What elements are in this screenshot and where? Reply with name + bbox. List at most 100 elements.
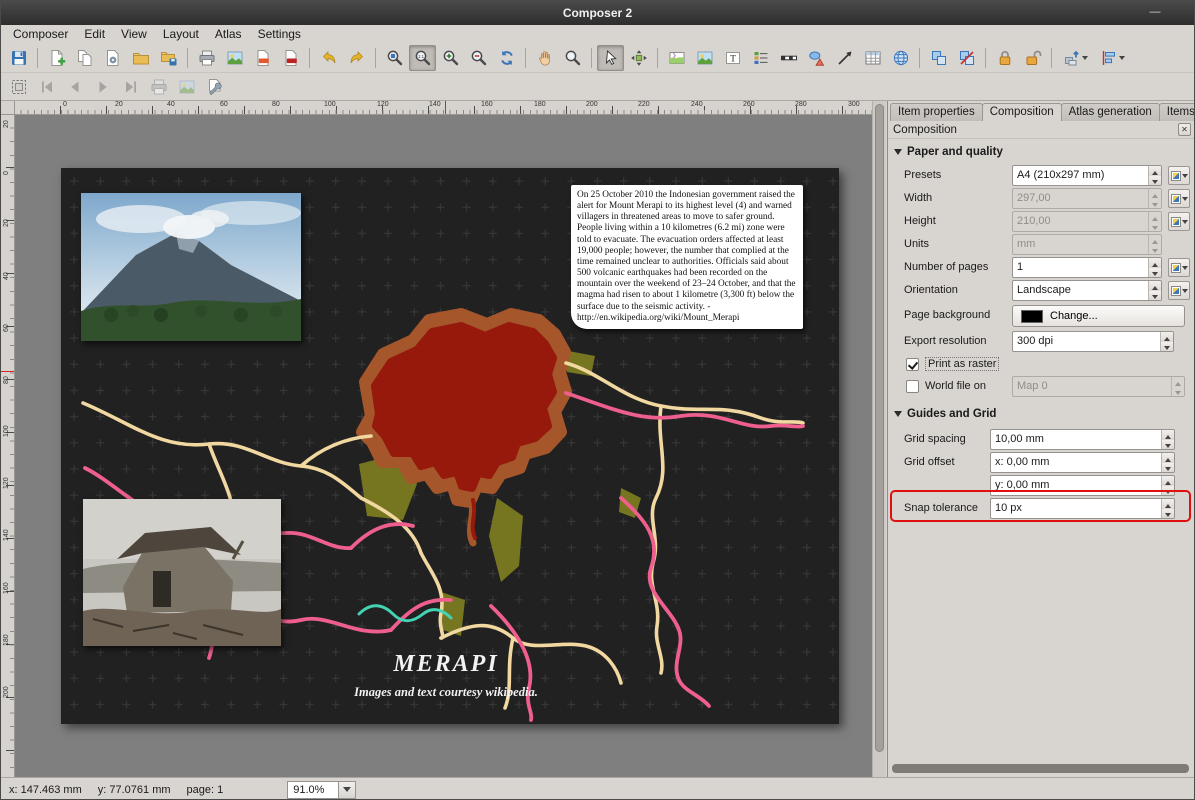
number-of-pages-spinbox[interactable]: 1: [1012, 257, 1162, 278]
atlas-previous-feature-button[interactable]: [61, 74, 88, 100]
print-composition-button[interactable]: [193, 45, 220, 71]
group-items-button[interactable]: [925, 45, 952, 71]
menu-settings[interactable]: Settings: [250, 26, 309, 42]
add-label-button[interactable]: T: [719, 45, 746, 71]
zoom-full-button[interactable]: [381, 45, 408, 71]
add-legend-button[interactable]: [747, 45, 774, 71]
article-text-item[interactable]: On 25 October 2010 the Indonesian govern…: [571, 185, 803, 329]
vertical-ruler[interactable]: 20 0 20 40 60 80 100 120 140 160 180 200: [1, 115, 15, 777]
menu-composer[interactable]: Composer: [5, 26, 76, 42]
orientation-combobox[interactable]: Landscape: [1012, 280, 1162, 301]
refresh-view-button[interactable]: [493, 45, 520, 71]
presets-combobox[interactable]: A4 (210x297 mm): [1012, 165, 1162, 186]
paper-section-header[interactable]: Paper and quality: [894, 145, 1003, 159]
scrollbar-thumb[interactable]: [875, 104, 884, 752]
snap-tolerance-spinbox[interactable]: 10 px: [990, 498, 1175, 519]
export-as-svg-button[interactable]: [249, 45, 276, 71]
add-scalebar-button[interactable]: [775, 45, 802, 71]
spinner-arrows-icon[interactable]: [1160, 332, 1173, 351]
print-as-raster-checkbox[interactable]: [906, 358, 919, 371]
height-data-defined-button[interactable]: [1168, 212, 1190, 231]
tab-atlas-generation[interactable]: Atlas generation: [1061, 103, 1160, 121]
save-as-template-button[interactable]: [155, 45, 182, 71]
spinner-arrows-icon[interactable]: [1148, 166, 1161, 185]
grid-offset-y-spinbox[interactable]: y: 0,00 mm: [990, 475, 1175, 496]
pan-button[interactable]: [531, 45, 558, 71]
grid-spacing-spinbox[interactable]: 10,00 mm: [990, 429, 1175, 450]
spinner-arrows-icon[interactable]: [1148, 212, 1161, 231]
undo-button[interactable]: [315, 45, 342, 71]
export-as-image-button[interactable]: [221, 45, 248, 71]
orientation-data-defined-button[interactable]: [1168, 281, 1190, 300]
atlas-first-feature-button[interactable]: [33, 74, 60, 100]
menu-atlas[interactable]: Atlas: [207, 26, 250, 42]
new-composition-button[interactable]: [43, 45, 70, 71]
export-atlas-button[interactable]: [173, 74, 200, 100]
spinner-arrows-icon[interactable]: [1148, 258, 1161, 277]
spinner-arrows-icon[interactable]: [1148, 235, 1161, 254]
presets-data-defined-button[interactable]: [1168, 166, 1190, 185]
add-html-frame-button[interactable]: [887, 45, 914, 71]
scrollbar-thumb[interactable]: [892, 764, 1189, 773]
pages-data-defined-button[interactable]: [1168, 258, 1190, 277]
world-file-map-combobox[interactable]: Map 0: [1012, 376, 1185, 397]
zoom-tool-button[interactable]: [559, 45, 586, 71]
raise-items-button[interactable]: [1057, 45, 1093, 71]
menu-edit[interactable]: Edit: [76, 26, 113, 42]
units-combobox[interactable]: mm: [1012, 234, 1162, 255]
print-atlas-button[interactable]: [145, 74, 172, 100]
window-titlebar[interactable]: Composer 2 —: [1, 1, 1194, 25]
zoom-level-combobox[interactable]: 91.0%: [287, 781, 356, 799]
select-move-item-button[interactable]: [597, 45, 624, 71]
spinner-arrows-icon[interactable]: [1148, 189, 1161, 208]
tab-items[interactable]: Items: [1159, 103, 1195, 121]
tab-composition[interactable]: Composition: [982, 103, 1062, 121]
panel-horizontal-scrollbar[interactable]: [891, 763, 1193, 774]
load-from-template-button[interactable]: [127, 45, 154, 71]
ungroup-items-button[interactable]: [953, 45, 980, 71]
save-project-button[interactable]: [5, 45, 32, 71]
align-items-button[interactable]: [1094, 45, 1130, 71]
zoom-100-button[interactable]: 1:1: [409, 45, 436, 71]
add-new-map-button[interactable]: [663, 45, 690, 71]
house-photo-item[interactable]: [83, 499, 281, 646]
lock-items-button[interactable]: [991, 45, 1018, 71]
canvas-vertical-scrollbar[interactable]: [872, 101, 886, 777]
spinner-arrows-icon[interactable]: [1161, 430, 1174, 449]
atlas-next-feature-button[interactable]: [89, 74, 116, 100]
add-arrow-button[interactable]: [831, 45, 858, 71]
menu-layout[interactable]: Layout: [155, 26, 207, 42]
grid-section-header[interactable]: Guides and Grid: [894, 407, 996, 421]
map-title-item[interactable]: MERAPI: [331, 651, 561, 678]
atlas-last-feature-button[interactable]: [117, 74, 144, 100]
move-item-content-button[interactable]: [625, 45, 652, 71]
zoom-out-button[interactable]: [465, 45, 492, 71]
composer-manager-button[interactable]: [99, 45, 126, 71]
zoom-in-button[interactable]: [437, 45, 464, 71]
spinner-arrows-icon[interactable]: [1161, 453, 1174, 472]
spinner-arrows-icon[interactable]: [1171, 377, 1184, 396]
panel-close-button[interactable]: ✕: [1178, 123, 1191, 136]
width-spinbox[interactable]: 297,00: [1012, 188, 1162, 209]
add-image-button[interactable]: [691, 45, 718, 71]
width-data-defined-button[interactable]: [1168, 189, 1190, 208]
page-background-change-button[interactable]: Change...: [1012, 305, 1185, 327]
export-as-pdf-button[interactable]: [277, 45, 304, 71]
menu-view[interactable]: View: [113, 26, 155, 42]
world-file-checkbox[interactable]: [906, 380, 919, 393]
map-subtitle-item[interactable]: Images and text courtesy wikipedia.: [311, 685, 581, 700]
preview-atlas-button[interactable]: [5, 74, 32, 100]
height-spinbox[interactable]: 210,00: [1012, 211, 1162, 232]
grid-offset-x-spinbox[interactable]: x: 0,00 mm: [990, 452, 1175, 473]
zoom-dropdown-button[interactable]: [339, 781, 356, 799]
redo-button[interactable]: [343, 45, 370, 71]
spinner-arrows-icon[interactable]: [1161, 476, 1174, 495]
export-resolution-spinbox[interactable]: 300 dpi: [1012, 331, 1174, 352]
composition-canvas[interactable]: On 25 October 2010 the Indonesian govern…: [15, 115, 872, 777]
atlas-settings-button[interactable]: [201, 74, 228, 100]
spinner-arrows-icon[interactable]: [1161, 499, 1174, 518]
horizontal-ruler[interactable]: 0 20 40 60 80 100 120 140 160 180 200 22…: [15, 101, 872, 115]
mountain-photo-item[interactable]: [81, 193, 301, 341]
add-attribute-table-button[interactable]: [859, 45, 886, 71]
duplicate-composition-button[interactable]: [71, 45, 98, 71]
